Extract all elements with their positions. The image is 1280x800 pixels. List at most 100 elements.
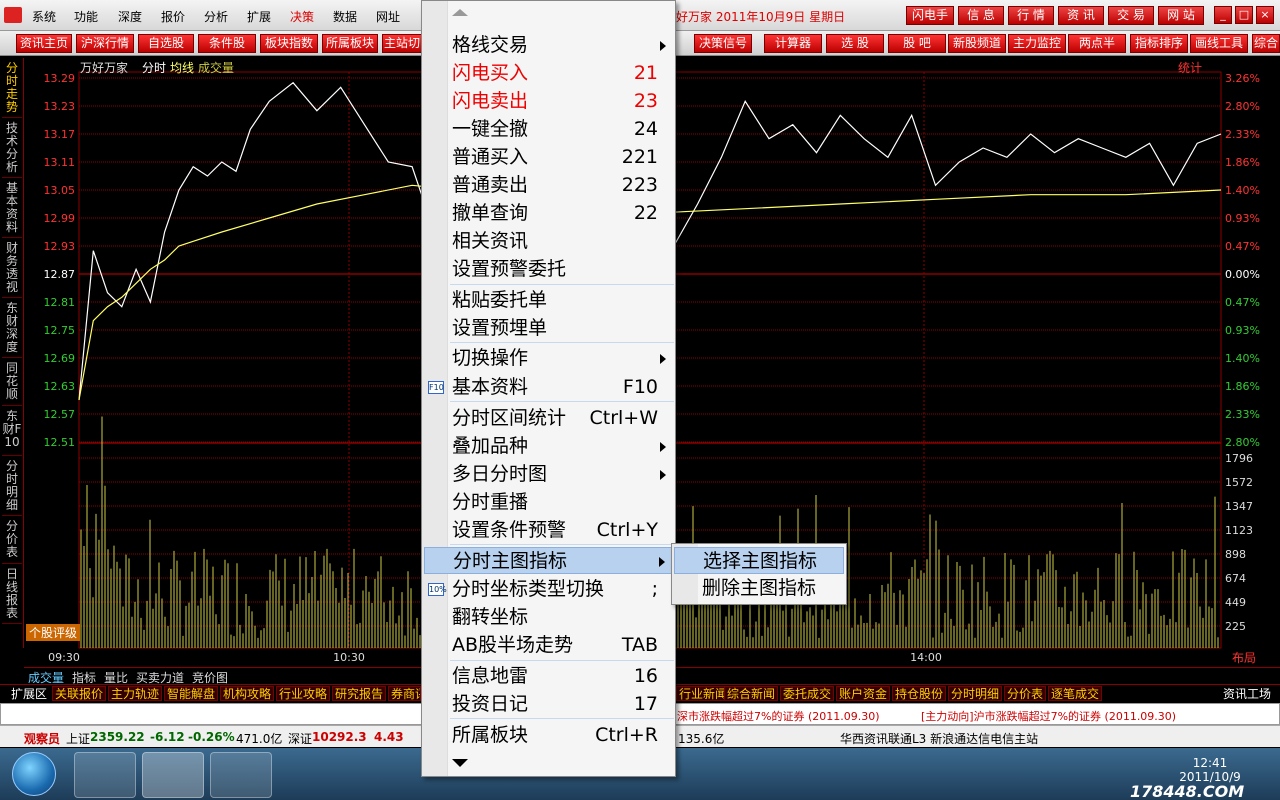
word-taskbar-icon[interactable] bbox=[210, 752, 272, 798]
menu-item[interactable]: 格线交易 bbox=[424, 32, 674, 59]
system-clock[interactable]: 12:41 2011/10/9 bbox=[1160, 756, 1260, 784]
menu-item[interactable]: 闪电买入 21 bbox=[424, 60, 674, 87]
menu-item[interactable]: 闪电卖出 23 bbox=[424, 88, 674, 115]
layout-label[interactable]: 布局 bbox=[1232, 649, 1256, 666]
tool-draw-lines[interactable]: 画线工具 bbox=[1190, 34, 1248, 53]
select-main-indicator-item[interactable]: 选择主图指标 bbox=[674, 547, 844, 574]
ext-price-table[interactable]: 分价表 bbox=[1004, 686, 1047, 701]
ext-industry-strategy[interactable]: 行业攻略 bbox=[276, 686, 331, 701]
ext-tick-detail[interactable]: 分时明细 bbox=[948, 686, 1003, 701]
tool-calculator[interactable]: 计算器 bbox=[764, 34, 822, 53]
menu-item[interactable]: 10% 分时坐标类型切换; bbox=[424, 576, 674, 603]
ext-related-quotes[interactable]: 关联报价 bbox=[52, 686, 107, 701]
ext-trade-by-trade[interactable]: 逐笔成交 bbox=[1048, 686, 1103, 701]
scroll-down-icon[interactable] bbox=[452, 759, 468, 767]
menu-extend[interactable]: 扩展 bbox=[247, 8, 271, 25]
vtab-intraday[interactable]: 分时走势 bbox=[2, 62, 22, 118]
menu-quote[interactable]: 报价 bbox=[161, 8, 185, 25]
delete-main-indicator-item[interactable]: 删除主图指标 bbox=[674, 575, 844, 602]
tool-stock-select[interactable]: 选 股 bbox=[826, 34, 884, 53]
ext-positions[interactable]: 持仓股份 bbox=[892, 686, 947, 701]
menu-item[interactable]: 设置预埋单 bbox=[424, 315, 674, 342]
lightning-hand-button[interactable]: 闪电手 bbox=[906, 6, 954, 25]
market-button[interactable]: 行 情 bbox=[1008, 6, 1054, 25]
ext-research-report[interactable]: 研究报告 bbox=[332, 686, 387, 701]
menu-analysis[interactable]: 分析 bbox=[204, 8, 228, 25]
menu-item[interactable]: 一键全撤 24 bbox=[424, 116, 674, 143]
tool-sector-index[interactable]: 板块指数 bbox=[260, 34, 318, 53]
vtab-financials[interactable]: 财务透视 bbox=[2, 242, 22, 298]
news-button[interactable]: 资 讯 bbox=[1058, 6, 1104, 25]
ext-broker-review[interactable]: 券商评 bbox=[388, 686, 421, 701]
vtab-eastmoney-f10[interactable]: 东财F10 bbox=[2, 410, 22, 456]
menu-item[interactable]: 撤单查询 22 bbox=[424, 200, 674, 227]
menu-item[interactable]: AB股半场走势 TAB bbox=[424, 632, 674, 659]
menu-function[interactable]: 功能 bbox=[74, 8, 98, 25]
maximize-button[interactable]: □ bbox=[1235, 6, 1253, 24]
menu-item[interactable]: 普通卖出 223 bbox=[424, 172, 674, 199]
tool-decision-signal[interactable]: 决策信号 bbox=[694, 34, 752, 53]
close-button[interactable]: × bbox=[1256, 6, 1274, 24]
vtab-tick-detail[interactable]: 分时明细 bbox=[2, 460, 22, 516]
ext-orders-fills[interactable]: 委托成交 bbox=[780, 686, 835, 701]
menu-data[interactable]: 数据 bbox=[333, 8, 357, 25]
menu-item[interactable]: 多日分时图 bbox=[424, 461, 674, 488]
menu-website[interactable]: 网址 bbox=[376, 8, 400, 25]
menu-item[interactable]: 分时主图指标 bbox=[424, 547, 674, 574]
menu-item[interactable]: 投资日记 17 bbox=[424, 691, 674, 718]
menu-decision[interactable]: 决策 bbox=[290, 8, 314, 25]
vtab-fundamentals[interactable]: 基本资料 bbox=[2, 182, 22, 238]
menu-item[interactable]: 切换操作 bbox=[424, 345, 674, 372]
info-button[interactable]: 信 息 bbox=[958, 6, 1004, 25]
tool-indicator-sort[interactable]: 指标排序 bbox=[1130, 34, 1188, 53]
minimize-button[interactable]: _ bbox=[1214, 6, 1232, 24]
trade-button[interactable]: 交 易 bbox=[1108, 6, 1154, 25]
menu-depth[interactable]: 深度 bbox=[118, 8, 142, 25]
vtab-price-table[interactable]: 分价表 bbox=[2, 520, 22, 564]
tool-market-quotes[interactable]: 沪深行情 bbox=[76, 34, 134, 53]
ext-main-force-track[interactable]: 主力轨迹 bbox=[108, 686, 163, 701]
tool-watchlist[interactable]: 自选股 bbox=[138, 34, 194, 53]
tool-server-switch[interactable]: 主站切 bbox=[382, 34, 422, 53]
stats-label[interactable]: 统计 bbox=[1178, 59, 1202, 76]
menu-item[interactable]: 相关资讯 bbox=[424, 228, 674, 255]
vtab-technical[interactable]: 技术分析 bbox=[2, 122, 22, 178]
tool-main-force-monitor[interactable]: 主力监控 bbox=[1008, 34, 1066, 53]
menu-item[interactable]: 叠加品种 bbox=[424, 433, 674, 460]
ticker-item-sh[interactable]: [主力动向]沪市涨跌幅超过7%的证券 (2011.09.30) bbox=[921, 708, 1176, 724]
tool-stock-forum[interactable]: 股 吧 bbox=[888, 34, 946, 53]
menu-item[interactable]: 粘贴委托单 bbox=[424, 287, 674, 314]
ticker-item-sz[interactable]: 深市涨跌幅超过7%的证券 (2011.09.30) bbox=[677, 708, 880, 724]
menu-item[interactable]: 设置条件预警 Ctrl+Y bbox=[424, 517, 674, 544]
vtab-tonghuashun[interactable]: 同花顺 bbox=[2, 362, 22, 406]
tool-own-sector[interactable]: 所属板块 bbox=[322, 34, 378, 53]
menu-item[interactable]: 所属板块 Ctrl+R bbox=[424, 722, 674, 749]
ext-info-workshop[interactable]: 资讯工场 bbox=[1220, 686, 1275, 701]
stock-app-taskbar-icon[interactable] bbox=[142, 752, 204, 798]
ext-industry-news[interactable]: 行业新闻 bbox=[676, 686, 731, 701]
tool-composite[interactable]: 综合 bbox=[1252, 34, 1280, 53]
ext-account-funds[interactable]: 账户资金 bbox=[836, 686, 891, 701]
ext-institution-strategy[interactable]: 机构攻略 bbox=[220, 686, 275, 701]
tool-ipo-channel[interactable]: 新股频道 bbox=[948, 34, 1006, 53]
ext-general-news[interactable]: 综合新闻 bbox=[724, 686, 779, 701]
ie-taskbar-icon[interactable] bbox=[74, 752, 136, 798]
menu-item[interactable]: 分时重播 bbox=[424, 489, 674, 516]
tool-info-home[interactable]: 资讯主页 bbox=[16, 34, 72, 53]
site-button[interactable]: 网 站 bbox=[1158, 6, 1204, 25]
menu-item[interactable]: 翻转坐标 bbox=[424, 604, 674, 631]
vtab-daily-report[interactable]: 日线报表 bbox=[2, 568, 22, 624]
stock-rating-button[interactable]: 个股评级 bbox=[26, 624, 81, 641]
tool-half-past-two[interactable]: 两点半 bbox=[1068, 34, 1126, 53]
menu-item[interactable]: 普通买入 221 bbox=[424, 144, 674, 171]
menu-item[interactable]: 设置预警委托 bbox=[424, 256, 674, 283]
ext-smart-analysis[interactable]: 智能解盘 bbox=[164, 686, 219, 701]
vtab-eastmoney-depth[interactable]: 东财深度 bbox=[2, 302, 22, 358]
menu-item[interactable]: 分时区间统计 Ctrl+W bbox=[424, 405, 674, 432]
menu-system[interactable]: 系统 bbox=[32, 8, 56, 25]
menu-item[interactable]: 信息地雷 16 bbox=[424, 663, 674, 690]
scroll-up-icon[interactable] bbox=[452, 9, 468, 16]
start-orb-icon[interactable] bbox=[12, 752, 56, 796]
menu-item[interactable]: F10 基本资料 F10 bbox=[424, 374, 674, 401]
tool-condition-stocks[interactable]: 条件股 bbox=[198, 34, 256, 53]
